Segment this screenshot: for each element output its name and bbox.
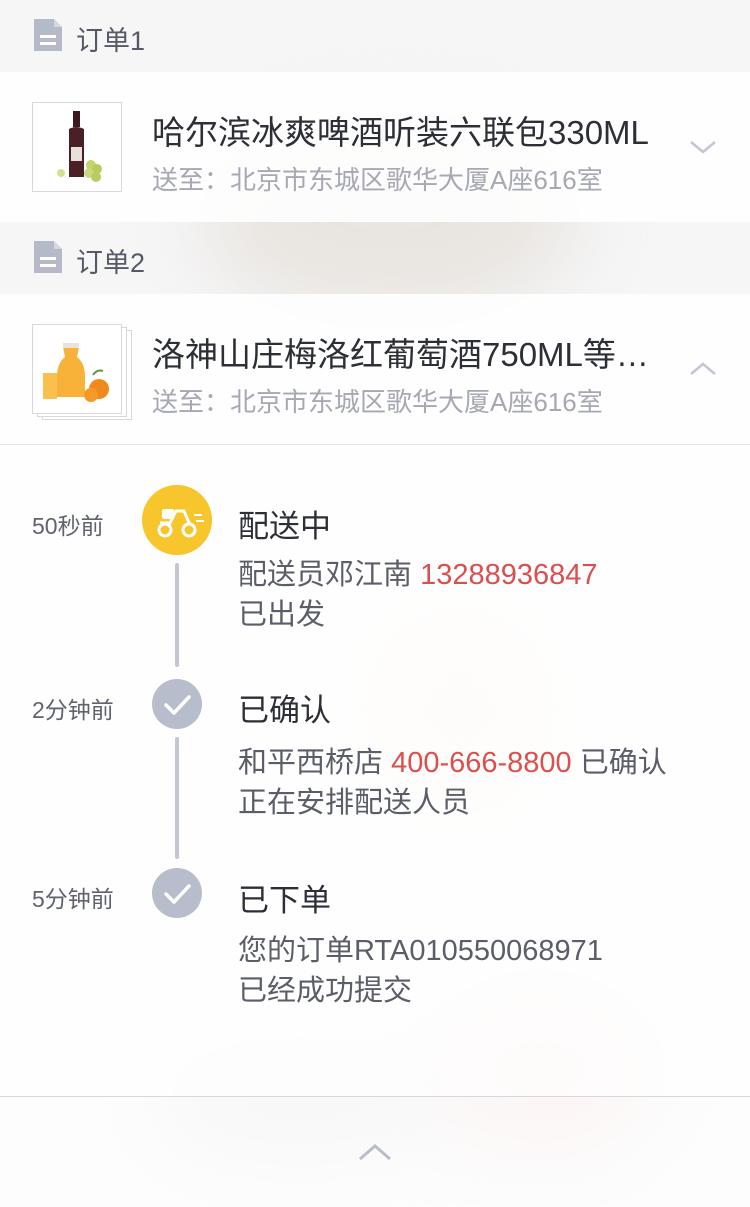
- timeline-connector: [175, 563, 179, 667]
- document-icon: [34, 19, 62, 51]
- chevron-up-icon[interactable]: [357, 1141, 393, 1163]
- event-desc-text: 和平西桥店: [238, 747, 392, 779]
- event-description: 配送员邓江南 13288936847 已出发: [238, 555, 597, 635]
- product-thumbnail: [32, 102, 122, 192]
- timeline-connector: [175, 737, 179, 859]
- product-name: 洛神山庄梅洛红葡萄酒750ML等 ...: [152, 336, 652, 373]
- delivery-address: 送至：北京市东城区歌华大厦A座616室: [152, 387, 603, 417]
- bottom-bar: [0, 1096, 750, 1207]
- wine-bottle-image: [57, 111, 102, 182]
- delivery-address: 送至：北京市东城区歌华大厦A座616室: [152, 165, 603, 195]
- event-description: 和平西桥店 400-666-8800 已确认 正在安排配送人员: [238, 743, 667, 823]
- event-desc-text: 已确认: [571, 747, 667, 779]
- check-icon: [152, 868, 202, 918]
- order-header-2: 订单2: [0, 222, 750, 294]
- event-desc-text: 您的订单RTA010550068971: [238, 935, 603, 967]
- chevron-down-icon[interactable]: [688, 138, 718, 156]
- order-card-1[interactable]: 哈尔滨冰爽啤酒听装六联包330ML 送至：北京市东城区歌华大厦A座616室: [0, 72, 750, 222]
- event-desc-line2: 已出发: [238, 599, 326, 631]
- product-thumbnail-stack: [32, 324, 132, 420]
- document-icon: [34, 241, 62, 273]
- event-status: 已确认: [238, 693, 331, 728]
- chevron-up-icon[interactable]: [688, 360, 718, 378]
- order-timeline: 50秒前 配送中 配送员邓江南 13288936847 已出发 2分钟前 已确认…: [0, 444, 750, 1097]
- product-name: 哈尔滨冰爽啤酒听装六联包330ML: [152, 114, 649, 151]
- order-header-1: 订单1: [0, 0, 750, 72]
- event-desc-line2: 已经成功提交: [238, 975, 413, 1007]
- event-desc-text: 配送员邓江南: [238, 559, 421, 591]
- event-status: 已下单: [238, 883, 331, 918]
- event-time: 5分钟前: [32, 886, 114, 912]
- order-card-2[interactable]: 洛神山庄梅洛红葡萄酒750ML等 ... 送至：北京市东城区歌华大厦A座616室: [0, 294, 750, 444]
- courier-phone-link[interactable]: 13288936847: [420, 559, 597, 591]
- event-time: 2分钟前: [32, 697, 114, 723]
- event-status: 配送中: [238, 509, 331, 544]
- event-description: 您的订单RTA010550068971 已经成功提交: [238, 931, 603, 1011]
- delivery-scooter-icon: [142, 485, 212, 555]
- event-time: 50秒前: [32, 513, 104, 539]
- orange-juice-image: [43, 343, 109, 402]
- order-title: 订单2: [76, 248, 146, 278]
- check-icon: [152, 679, 202, 729]
- store-phone-link[interactable]: 400-666-8800: [391, 747, 572, 779]
- order-title: 订单1: [76, 26, 146, 56]
- event-desc-line2: 正在安排配送人员: [238, 787, 471, 819]
